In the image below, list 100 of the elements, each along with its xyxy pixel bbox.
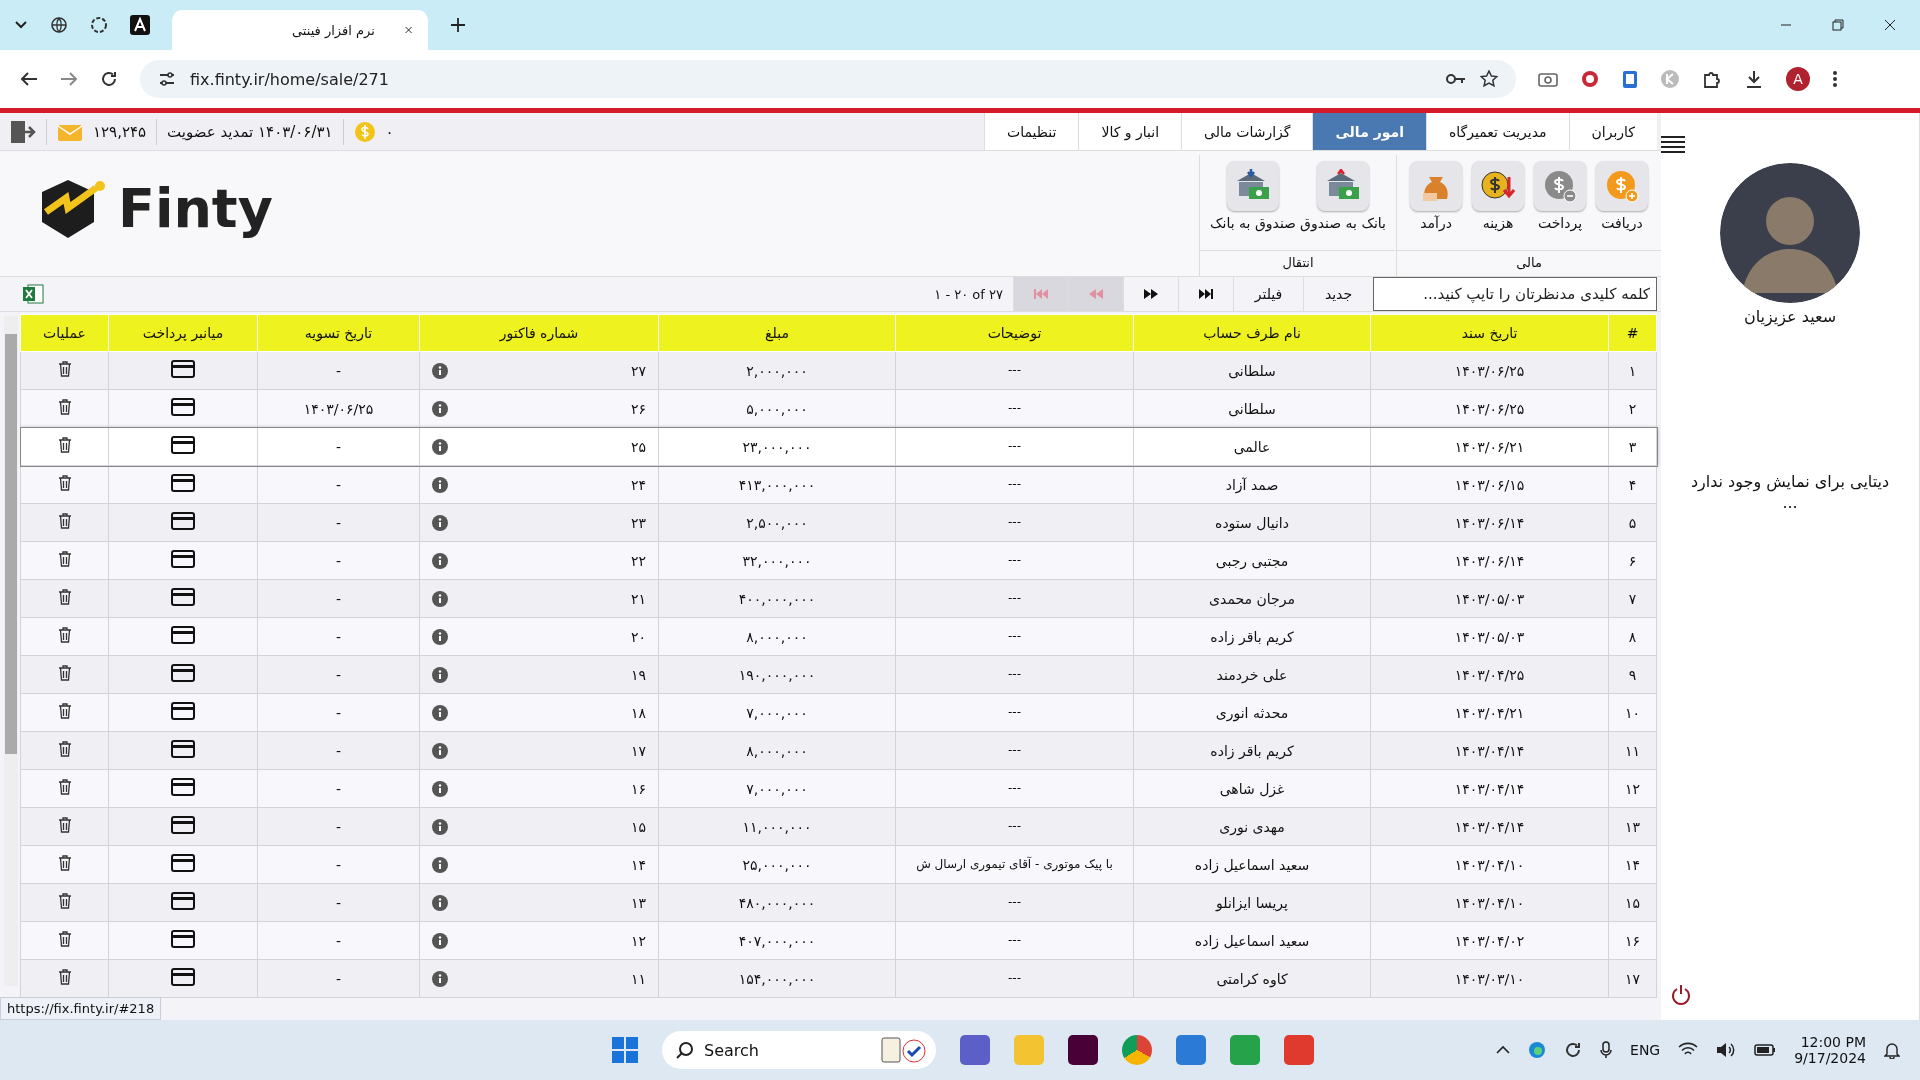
menu-tab[interactable]: گزارشات مالی [1181,113,1313,150]
card-icon[interactable] [171,968,195,986]
toolbar-button[interactable]: پرداخت [1529,155,1591,250]
info-icon[interactable] [432,818,448,835]
close-icon[interactable] [1884,19,1896,31]
info-icon[interactable] [432,894,448,911]
camera-icon[interactable] [1538,71,1558,87]
info-icon[interactable] [432,932,448,949]
card-icon[interactable] [171,664,195,682]
clock-time[interactable]: 12:00 PM [1800,1034,1866,1050]
column-header[interactable]: # [1608,314,1657,352]
card-icon[interactable] [171,740,195,758]
toolbar-button[interactable]: بانک به صندوق [1298,155,1388,250]
card-icon[interactable] [171,474,195,492]
chevron-up-icon[interactable] [1496,1045,1511,1055]
trash-icon[interactable] [57,627,72,643]
table-row[interactable]: ۱۰ ۱۴۰۳/۰۴/۲۱ محدثه انوری --- ۷,۰۰۰,۰۰۰ ۱۸ - [20,693,1657,732]
table-row[interactable]: ۱۱ ۱۴۰۳/۰۴/۱۴ کریم باقر زاده --- ۸,۰۰۰,۰۰۰ ۱۷ - [20,731,1657,770]
scrollbar[interactable] [4,316,18,986]
browser-tab[interactable]: نرم افزار فینتی [172,10,428,50]
table-row[interactable]: ۴ ۱۴۰۳/۰۶/۱۵ صمد آزاد --- ۴۱۳,۰۰۰,۰۰۰ ۲۴ - [20,465,1657,504]
card-icon[interactable] [171,626,195,644]
card-icon[interactable] [171,398,195,416]
column-header[interactable]: شماره فاکتور [419,314,659,352]
notification-bell-icon[interactable] [1884,1041,1900,1059]
download-icon[interactable] [1744,69,1764,89]
column-header[interactable]: تاریخ سند [1370,314,1609,352]
trash-icon[interactable] [57,475,72,491]
column-header[interactable]: عملیات [20,314,109,352]
card-icon[interactable] [171,360,195,378]
table-row[interactable]: ۱۴ ۱۴۰۳/۰۴/۱۰ سعید اسماعیل زاده با پیک موتوری - آقای تیموری ارسال ش ۲۵,۰۰۰,۰۰۰ ۱۴ - [20,845,1657,884]
trash-icon[interactable] [57,513,72,529]
toolbar-button[interactable]: هزینه [1467,155,1529,250]
card-icon[interactable] [171,892,195,910]
trash-icon[interactable] [57,817,72,833]
speaker-icon[interactable] [1716,1042,1737,1058]
battery-icon[interactable] [1754,1043,1777,1057]
table-row[interactable]: ۶ ۱۴۰۳/۰۶/۱۴ مجتبی رجبی --- ۳۲,۰۰۰,۰۰۰ ۲۲ - [20,541,1657,580]
info-icon[interactable] [432,704,448,721]
site-settings-icon[interactable] [158,71,176,87]
card-icon[interactable] [171,702,195,720]
sync-icon[interactable] [1564,1041,1583,1059]
toolbar-button[interactable]: صندوق به بانک [1208,155,1298,250]
info-icon[interactable] [432,400,448,417]
puzzle-icon[interactable] [1702,69,1722,89]
letter-a-icon[interactable] [130,15,150,35]
info-icon[interactable] [432,666,448,683]
extension-icon[interactable] [1580,69,1600,89]
info-icon[interactable] [432,552,448,569]
card-icon[interactable] [171,816,195,834]
trash-icon[interactable] [57,589,72,605]
toolbar-button[interactable]: درآمد [1405,155,1467,250]
table-row[interactable]: ۱۲ ۱۴۰۳/۰۴/۱۴ غزل شاهی --- ۷,۰۰۰,۰۰۰ ۱۶ - [20,769,1657,808]
address-bar[interactable]: fix.finty.ir/home/sale/271 [140,60,1516,98]
info-icon[interactable] [432,514,448,531]
new-tab-icon[interactable] [450,17,466,33]
info-icon[interactable] [432,476,448,493]
tab-list-icon[interactable] [14,20,28,30]
membership-renewal[interactable]: ۱۴۰۳/۰۶/۳۱ تمدید عضویت [167,122,333,141]
column-header[interactable]: توضیحات [895,314,1134,352]
table-row[interactable]: ۵ ۱۴۰۳/۰۶/۱۴ دانیال ستوده --- ۲,۵۰۰,۰۰۰ ۲۳ - [20,503,1657,542]
info-icon[interactable] [432,628,448,645]
menu-tab[interactable]: امور مالی [1312,113,1426,150]
key-icon[interactable] [1446,73,1466,85]
card-icon[interactable] [171,778,195,796]
more-menu-icon[interactable] [1832,70,1838,88]
column-header[interactable]: میانبر پرداخت [108,314,258,352]
trash-icon[interactable] [57,741,72,757]
table-row[interactable]: ۱۳ ۱۴۰۳/۰۴/۱۴ مهدی نوری --- ۱۱,۰۰۰,۰۰۰ ۱۵ - [20,807,1657,846]
info-icon[interactable] [432,742,448,759]
language-indicator[interactable]: ENG [1630,1042,1661,1058]
card-icon[interactable] [171,550,195,568]
info-icon[interactable] [432,970,448,987]
restore-icon[interactable] [1832,19,1844,31]
table-row[interactable]: ۱۵ ۱۴۰۳/۰۴/۱۰ پریسا ایزانلو --- ۴۸۰,۰۰۰,۰۰۰ ۱۳ - [20,883,1657,922]
forward-arrow-icon[interactable] [60,71,78,87]
trash-icon[interactable] [57,437,72,453]
card-icon[interactable] [171,512,195,530]
clock-date[interactable]: 9/17/2024 [1794,1050,1866,1066]
trash-icon[interactable] [57,969,72,985]
trash-icon[interactable] [57,399,72,415]
info-icon[interactable] [432,590,448,607]
trash-icon[interactable] [57,665,72,681]
toolbar-button[interactable]: دریافت [1591,155,1653,250]
spreadsheet-export-icon[interactable] [22,283,44,305]
trash-icon[interactable] [57,893,72,909]
info-icon[interactable] [432,856,448,873]
info-icon[interactable] [432,362,448,379]
card-icon[interactable] [171,588,195,606]
exit-icon[interactable] [10,119,36,144]
menu-tab[interactable]: تنظیمات [984,113,1079,150]
table-row[interactable]: ۸ ۱۴۰۳/۰۵/۰۳ کریم باقر زاده --- ۸,۰۰۰,۰۰۰ ۲۰ - [20,617,1657,656]
table-row[interactable]: ۱۷ ۱۴۰۳/۰۳/۱۰ کاوه کرامتی --- ۱۵۴,۰۰۰,۰۰۰ ۱۱ - [20,959,1657,998]
windows-start-icon[interactable] [612,1037,638,1063]
column-header[interactable]: نام طرف حساب [1133,314,1371,352]
trash-icon[interactable] [57,551,72,567]
trash-icon[interactable] [57,703,72,719]
star-icon[interactable] [1480,70,1498,88]
column-header[interactable]: مبلغ [658,314,896,352]
app-icon[interactable] [960,1035,990,1065]
